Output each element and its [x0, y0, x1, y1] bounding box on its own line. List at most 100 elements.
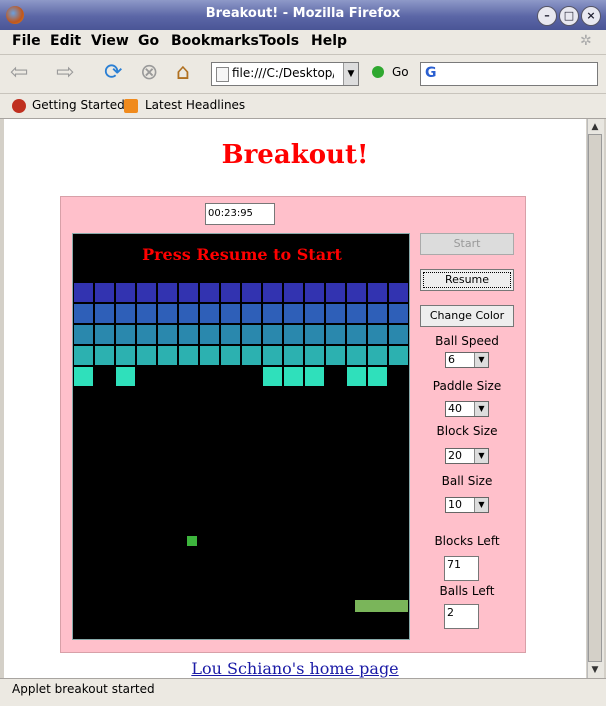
ball-speed-label: Ball Speed [435, 334, 499, 348]
brick [94, 282, 115, 303]
brick [283, 366, 304, 387]
brick [178, 303, 199, 324]
status-bar: Applet breakout started [0, 678, 606, 706]
chevron-down-icon[interactable]: ▼ [474, 353, 488, 367]
chevron-down-icon[interactable]: ▼ [474, 498, 488, 512]
go-icon[interactable] [372, 66, 384, 78]
brick [262, 324, 283, 345]
paddle-size-select[interactable]: 40 ▼ [445, 401, 489, 417]
paddle-size-label: Paddle Size [432, 379, 502, 393]
chevron-down-icon[interactable]: ▼ [474, 449, 488, 463]
brick [367, 345, 388, 366]
scrollbar-thumb[interactable] [588, 134, 602, 662]
menu-file[interactable]: File [12, 33, 41, 49]
back-arrow-icon[interactable]: ⇦ [10, 60, 28, 85]
balls-left-value: 2 [444, 604, 479, 629]
bookmark-getting-started[interactable]: Getting Started [32, 98, 125, 112]
brick [283, 324, 304, 345]
brick [199, 303, 220, 324]
search-input[interactable]: G [420, 62, 598, 86]
forward-arrow-icon[interactable]: ⇨ [56, 60, 74, 85]
resume-button[interactable]: Resume [420, 269, 514, 291]
brick [94, 303, 115, 324]
close-icon[interactable]: × [581, 6, 601, 26]
brick [199, 324, 220, 345]
brick [367, 303, 388, 324]
url-dropdown-icon[interactable]: ▼ [343, 63, 358, 85]
brick [73, 282, 94, 303]
paddle-size-value: 40 [448, 402, 462, 415]
brick [388, 345, 409, 366]
brick [178, 345, 199, 366]
brick [325, 324, 346, 345]
menu-tools[interactable]: Tools [259, 33, 299, 49]
ball-size-value: 10 [448, 498, 462, 511]
scroll-down-icon[interactable]: ▼ [588, 663, 602, 677]
brick [262, 345, 283, 366]
brick [304, 303, 325, 324]
throbber-icon: ✲ [580, 33, 592, 49]
brick [94, 345, 115, 366]
brick [157, 324, 178, 345]
reload-icon[interactable]: ⟳ [104, 60, 122, 85]
brick [73, 324, 94, 345]
game-canvas[interactable]: Press Resume to Start [72, 233, 410, 640]
brick [73, 303, 94, 324]
brick [220, 324, 241, 345]
brick [115, 345, 136, 366]
chevron-down-icon[interactable]: ▼ [474, 402, 488, 416]
maximize-icon[interactable]: □ [559, 6, 579, 26]
home-page-link[interactable]: Lou Schiano's home page [4, 659, 586, 678]
brick [346, 303, 367, 324]
brick [262, 366, 283, 387]
ball-size-select[interactable]: 10 ▼ [445, 497, 489, 513]
minimize-icon[interactable]: – [537, 6, 557, 26]
brick [94, 324, 115, 345]
brick [325, 303, 346, 324]
brick [304, 345, 325, 366]
brick [199, 345, 220, 366]
block-size-value: 20 [448, 449, 462, 462]
brick [241, 345, 262, 366]
brick [136, 282, 157, 303]
brick [241, 324, 262, 345]
go-label[interactable]: Go [392, 65, 409, 79]
bookmark-latest-headlines[interactable]: Latest Headlines [145, 98, 245, 112]
brick [262, 303, 283, 324]
brick [304, 324, 325, 345]
page-icon [216, 67, 229, 82]
paddle[interactable] [355, 600, 408, 612]
url-field[interactable]: file:///C:/Desktop/ ▼ [211, 62, 359, 86]
brick [346, 366, 367, 387]
ball-speed-select[interactable]: 6 ▼ [445, 352, 489, 368]
rss-feed-icon [124, 99, 138, 113]
getting-started-icon [12, 99, 26, 113]
block-size-label: Block Size [436, 424, 498, 438]
brick [241, 282, 262, 303]
brick [388, 324, 409, 345]
scroll-up-icon[interactable]: ▲ [588, 120, 602, 134]
brick [283, 282, 304, 303]
brick [283, 303, 304, 324]
brick [115, 324, 136, 345]
home-icon[interactable]: ⌂ [176, 60, 190, 85]
brick [157, 345, 178, 366]
menu-help[interactable]: Help [311, 33, 347, 49]
google-search-icon[interactable]: G [425, 65, 437, 81]
brick [115, 366, 136, 387]
bookmarks-toolbar: Getting Started Latest Headlines [0, 94, 606, 119]
brick [388, 282, 409, 303]
menu-go[interactable]: Go [138, 33, 159, 49]
change-color-button[interactable]: Change Color [420, 305, 514, 327]
menu-view[interactable]: View [91, 33, 129, 49]
menu-edit[interactable]: Edit [50, 33, 81, 49]
start-button[interactable]: Start [420, 233, 514, 255]
stop-icon[interactable]: ⊗ [140, 60, 158, 85]
brick [136, 324, 157, 345]
block-size-select[interactable]: 20 ▼ [445, 448, 489, 464]
menu-bookmarks[interactable]: Bookmarks [171, 33, 259, 49]
brick [283, 345, 304, 366]
brick [220, 345, 241, 366]
balls-left-label: Balls Left [439, 584, 495, 598]
brick [346, 282, 367, 303]
